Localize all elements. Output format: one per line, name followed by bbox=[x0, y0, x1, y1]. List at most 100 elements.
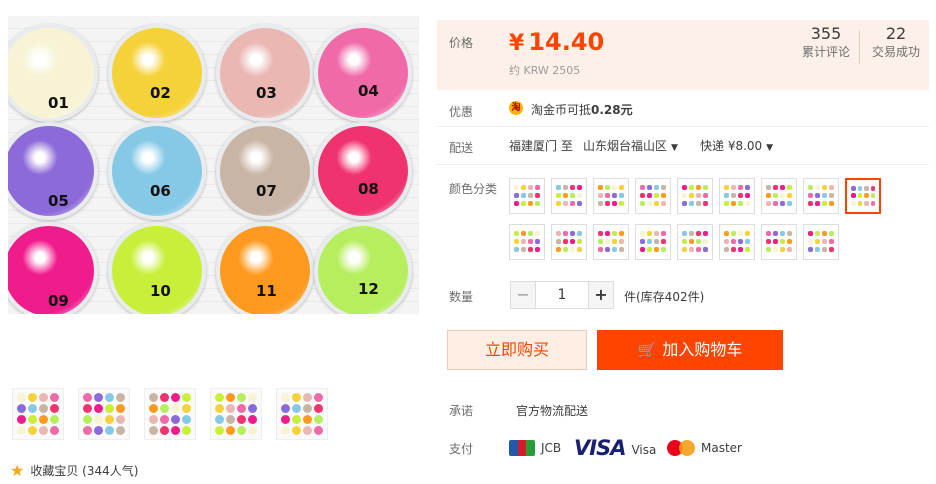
swatch-dot bbox=[738, 185, 743, 190]
price-amount: 14.40 bbox=[528, 28, 605, 56]
swatch-dot bbox=[815, 193, 820, 198]
quantity-increase-button[interactable]: + bbox=[588, 281, 614, 309]
swatch-dot bbox=[661, 193, 666, 198]
thumb-dot bbox=[237, 415, 246, 424]
thumb-dot bbox=[39, 426, 48, 435]
swatch-dot bbox=[654, 247, 659, 252]
color-option[interactable] bbox=[509, 224, 545, 260]
quantity-label: 数量 bbox=[449, 290, 474, 304]
thumb-dot bbox=[281, 404, 290, 413]
swatch-dot bbox=[514, 247, 519, 252]
swatch-dot bbox=[619, 193, 624, 198]
swatch-dot bbox=[647, 231, 652, 236]
ship-method-dropdown[interactable]: 快递 ¥8.00 ▼ bbox=[700, 137, 773, 154]
add-to-cart-button[interactable]: 🛒 加入购物车 bbox=[597, 330, 783, 370]
thumb-dot bbox=[182, 393, 191, 402]
color-option[interactable] bbox=[719, 178, 755, 214]
thumbnail-4[interactable] bbox=[210, 388, 262, 440]
swatch-dot bbox=[822, 239, 827, 244]
swatch-dot bbox=[647, 185, 652, 190]
caret-down-icon: ▼ bbox=[671, 143, 678, 153]
swatch-dot bbox=[661, 239, 666, 244]
swatch-dot bbox=[514, 231, 519, 236]
swatch-dot bbox=[563, 193, 568, 198]
color-option[interactable] bbox=[803, 178, 839, 214]
swatch-dot bbox=[870, 200, 875, 206]
thumb-dot bbox=[105, 415, 114, 424]
swatch-dot bbox=[563, 201, 568, 206]
thumb-dot bbox=[94, 426, 103, 435]
swatch-dot bbox=[766, 231, 771, 236]
color-option[interactable] bbox=[509, 178, 545, 214]
swatch-dot bbox=[745, 201, 750, 206]
color-option[interactable] bbox=[551, 224, 587, 260]
swatch-dot bbox=[766, 193, 771, 198]
swatch-dot bbox=[724, 201, 729, 206]
thumb-dot bbox=[248, 415, 257, 424]
color-option[interactable] bbox=[635, 224, 671, 260]
swatch-dot bbox=[857, 200, 862, 206]
thumb-dot bbox=[149, 426, 158, 435]
swatch-dot bbox=[724, 239, 729, 244]
swatch-dot bbox=[570, 231, 575, 236]
jcb-icon bbox=[509, 440, 535, 456]
thumb-dot bbox=[292, 404, 301, 413]
swatch-dot bbox=[598, 231, 603, 236]
main-product-image[interactable]: 01 02 03 04 05 06 07 08 09 10 11 12 bbox=[8, 16, 419, 314]
thumbnail-3[interactable] bbox=[144, 388, 196, 440]
glitter-jar bbox=[108, 122, 206, 220]
quantity-decrease-button[interactable]: − bbox=[510, 281, 536, 309]
thumb-dot bbox=[94, 404, 103, 413]
swatch-dot bbox=[514, 193, 519, 198]
swatch-dot bbox=[851, 200, 856, 206]
color-option[interactable] bbox=[677, 178, 713, 214]
color-option[interactable] bbox=[761, 178, 797, 214]
color-option-selected[interactable] bbox=[845, 178, 881, 214]
swatch-dot bbox=[703, 247, 708, 252]
color-option[interactable] bbox=[593, 224, 629, 260]
favorite-item[interactable]: ★ 收藏宝贝 (344人气) bbox=[10, 462, 138, 479]
buy-now-button[interactable]: 立即购买 bbox=[447, 330, 587, 370]
thumb-dot bbox=[50, 426, 59, 435]
swatch-dot bbox=[661, 185, 666, 190]
swatch-dot bbox=[738, 201, 743, 206]
swatch-dot bbox=[696, 247, 701, 252]
swatch-dot bbox=[822, 193, 827, 198]
swatch-dot bbox=[563, 185, 568, 190]
swatch-dot bbox=[570, 247, 575, 252]
reviews-stat[interactable]: 355 累计评论 bbox=[795, 24, 857, 60]
thumb-dot bbox=[281, 415, 290, 424]
swatch-dot bbox=[612, 239, 617, 244]
color-option[interactable] bbox=[719, 224, 755, 260]
color-option[interactable] bbox=[593, 178, 629, 214]
swatch-dot bbox=[815, 231, 820, 236]
thumb-dot bbox=[83, 415, 92, 424]
thumb-dot bbox=[226, 404, 235, 413]
thumbnail-1[interactable] bbox=[12, 388, 64, 440]
thumbnail-5[interactable] bbox=[276, 388, 328, 440]
swatch-dot bbox=[612, 231, 617, 236]
thumb-dot bbox=[292, 415, 301, 424]
color-option[interactable] bbox=[803, 224, 839, 260]
swatch-dot bbox=[829, 239, 834, 244]
swatch-dot bbox=[731, 201, 736, 206]
price-value: ¥14.40 bbox=[509, 28, 604, 56]
color-option[interactable] bbox=[635, 178, 671, 214]
swatch-dot bbox=[689, 247, 694, 252]
ship-to-dropdown[interactable]: 山东烟台福山区 ▼ bbox=[583, 137, 678, 154]
color-option[interactable] bbox=[761, 224, 797, 260]
jar-number: 01 bbox=[48, 94, 69, 112]
swatch-dot bbox=[815, 185, 820, 190]
thumbnail-2[interactable] bbox=[78, 388, 130, 440]
jar-number: 07 bbox=[256, 182, 277, 200]
swatch-dot bbox=[647, 239, 652, 244]
glitter-jar bbox=[108, 222, 206, 314]
swatch-dot bbox=[556, 201, 561, 206]
color-option[interactable] bbox=[677, 224, 713, 260]
swatch-dot bbox=[570, 239, 575, 244]
swatch-dot bbox=[766, 185, 771, 190]
thumb-dot bbox=[160, 426, 169, 435]
quantity-input[interactable]: 1 bbox=[536, 281, 588, 309]
thumb-dot bbox=[83, 426, 92, 435]
color-option[interactable] bbox=[551, 178, 587, 214]
